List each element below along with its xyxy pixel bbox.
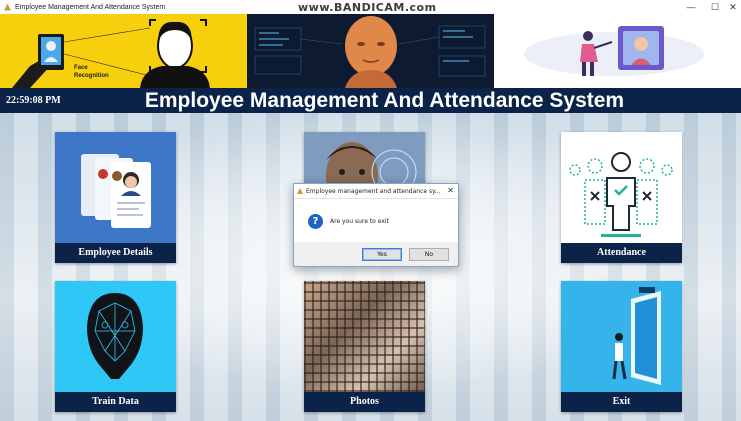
no-button[interactable]: No [409, 248, 449, 261]
question-icon: ? [308, 214, 323, 229]
dialog-titlebar: Employee management and attendance sy...… [294, 184, 458, 199]
employee-details-label: Employee Details [55, 243, 176, 263]
yes-button[interactable]: Yes [362, 248, 402, 261]
banner-face-recognition-image: Face Recognition [0, 14, 247, 88]
photos-label: Photos [304, 392, 425, 412]
banner-video-call-image [494, 14, 741, 88]
page-title: Employee Management And Attendance Syste… [144, 89, 625, 112]
app-feather-icon [4, 3, 11, 11]
banner-caption: Face Recognition [74, 65, 109, 79]
employee-cards-icon [55, 132, 176, 243]
banner-ai-head-image [247, 14, 494, 88]
dialog-footer: Yes No [294, 242, 458, 266]
attendance-button[interactable]: Attendance [561, 132, 682, 263]
exit-door-icon [561, 281, 682, 392]
window-title: Employee Management And Attendance Syste… [15, 3, 166, 11]
dialog-feather-icon [297, 188, 303, 194]
employee-details-button[interactable]: Employee Details [55, 132, 176, 263]
dialog-close-button[interactable]: ✕ [447, 186, 454, 195]
attendance-label: Attendance [561, 243, 682, 263]
exit-button[interactable]: Exit [561, 281, 682, 412]
train-data-button[interactable]: Train Data [55, 281, 176, 412]
photos-button[interactable]: Photos [304, 281, 425, 412]
banner: Face Recognition [0, 14, 741, 88]
bandicam-watermark: www.BANDICAM.com [298, 1, 437, 14]
header-bar: 22:59:08 PM Employee Management And Atte… [0, 88, 741, 113]
exit-label: Exit [561, 392, 682, 412]
attendance-people-icon [561, 132, 682, 243]
train-data-label: Train Data [55, 392, 176, 412]
dialog-body: ? Are you sure to exit [294, 199, 458, 242]
dialog-title: Employee management and attendance sy... [306, 187, 441, 195]
photo-grid-icon [304, 281, 425, 392]
exit-confirm-dialog: Employee management and attendance sy...… [293, 183, 459, 267]
minimize-button[interactable]: — [678, 0, 704, 14]
close-window-button[interactable]: ✕ [720, 0, 741, 14]
face-mesh-icon [55, 281, 176, 392]
dialog-message: Are you sure to exit [330, 218, 389, 225]
